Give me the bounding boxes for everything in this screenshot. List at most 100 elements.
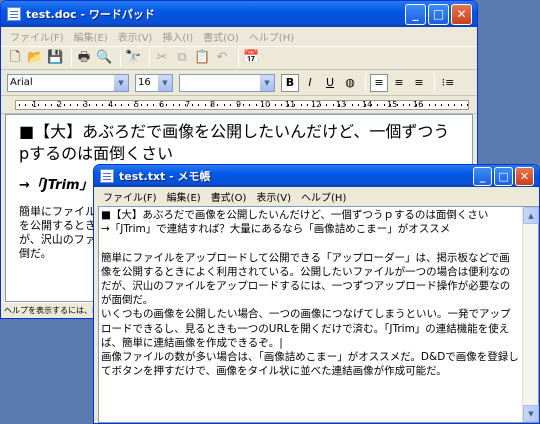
chevron-down-icon[interactable]: ▼ <box>157 74 172 91</box>
ruler-tick <box>236 104 238 106</box>
ruler-tick <box>403 104 404 106</box>
ruler-tick <box>179 104 180 106</box>
wordpad-menubar: ファイル(F) 編集(E) 表示(V) 挿入(I) 書式(O) ヘルプ(H) <box>1 27 477 46</box>
align-right-icon[interactable]: ≡ <box>410 74 428 92</box>
ruler-tick <box>377 104 379 106</box>
ruler-tick <box>127 104 129 106</box>
menu-help[interactable]: ヘルプ(H) <box>244 29 299 44</box>
menu-file[interactable]: ファイル(F) <box>5 29 69 44</box>
ruler-tick <box>364 104 366 106</box>
ruler-tick <box>313 104 315 106</box>
print-icon[interactable]: 🖶 <box>76 50 92 66</box>
find-icon[interactable]: 🔭 <box>125 50 141 66</box>
ruler-tick <box>358 104 360 106</box>
ruler-tick <box>307 104 308 106</box>
minimize-button[interactable]: _ <box>473 166 492 186</box>
ruler-tick <box>351 104 353 106</box>
ruler-tick <box>204 104 206 106</box>
ruler-tick <box>332 104 334 106</box>
notepad-app-icon[interactable] <box>100 169 114 183</box>
open-folder-icon[interactable]: 📂 <box>27 50 43 66</box>
vertical-scrollbar[interactable]: ▲ ▼ <box>522 207 539 422</box>
new-document-icon[interactable]: 🗋 <box>7 50 23 66</box>
chevron-down-icon[interactable]: ▼ <box>113 74 128 91</box>
ruler-tick <box>454 104 456 106</box>
minimize-button[interactable]: _ <box>405 3 426 25</box>
ruler-tick <box>275 104 276 106</box>
document-heading: ■【大】あぶろだで画像を公開したいんだけど、一個ずつうpするのは面倒くさい <box>19 122 450 163</box>
align-left-icon[interactable]: ≡ <box>370 73 388 92</box>
ruler-tick <box>217 104 219 106</box>
notepad-titlebar[interactable]: test.txt - メモ帳 _ □ ✕ <box>94 165 539 187</box>
ruler-tick <box>191 104 193 106</box>
ruler-tick <box>447 104 449 106</box>
ruler-tick <box>57 104 59 106</box>
ruler-tick <box>441 104 443 106</box>
notepad-window: test.txt - メモ帳 _ □ ✕ ファイル(F) 編集(E) 書式(O)… <box>93 164 540 424</box>
font-name-value: Arial <box>10 77 33 88</box>
bullets-icon[interactable]: ⁝≡ <box>439 74 457 92</box>
menu-edit[interactable]: 編集(E) <box>69 29 113 44</box>
ruler-tick <box>185 104 187 106</box>
ruler-tick <box>396 104 398 106</box>
font-size-select[interactable]: 16 ▼ <box>135 73 173 92</box>
menu-format[interactable]: 書式(O) <box>206 189 252 204</box>
chevron-down-icon[interactable]: ▼ <box>259 74 274 91</box>
ruler-tick <box>255 104 257 106</box>
underline-button[interactable]: U <box>321 74 339 92</box>
notepad-text-area[interactable]: ■【大】あぶろだで画像を公開したいんだけど、一個ずつうｐするのは面倒くさい →「… <box>98 206 539 423</box>
ruler-tick <box>262 104 264 106</box>
ruler-tick <box>140 104 142 106</box>
toolbar-separator <box>238 49 239 67</box>
menu-help[interactable]: ヘルプ(H) <box>296 189 351 204</box>
wordpad-titlebar[interactable]: test.doc - ワードパッド _ □ ✕ <box>1 1 477 27</box>
wordpad-app-icon[interactable] <box>7 7 21 21</box>
bold-button[interactable]: B <box>281 73 299 92</box>
ruler-tick <box>371 104 372 106</box>
script-select[interactable]: ▼ <box>179 73 275 92</box>
menu-file[interactable]: ファイル(F) <box>98 189 162 204</box>
ruler-tick <box>89 104 91 106</box>
ruler-tick <box>63 104 65 106</box>
close-button[interactable]: ✕ <box>515 166 534 186</box>
ruler-tick <box>134 104 136 106</box>
notepad-title: test.txt - メモ帳 <box>119 170 211 183</box>
ruler-tick <box>31 104 33 106</box>
ruler-tick <box>249 104 251 106</box>
menu-edit[interactable]: 編集(E) <box>162 189 206 204</box>
menu-format[interactable]: 書式(O) <box>198 29 244 44</box>
notepad-text[interactable]: ■【大】あぶろだで画像を公開したいんだけど、一個ずつうｐするのは面倒くさい →「… <box>101 208 520 378</box>
ruler-tick <box>159 104 161 106</box>
maximize-button[interactable]: □ <box>428 3 449 25</box>
toolbar-separator <box>71 49 72 67</box>
ruler[interactable]: 1 2 3 4 5 6 7 8 9 10 11 12 13 14 15 16 <box>1 96 477 114</box>
cut-icon[interactable]: ✂ <box>154 50 170 66</box>
menu-insert[interactable]: 挿入(I) <box>157 29 198 44</box>
insert-datetime-icon[interactable]: 📅 <box>243 50 259 66</box>
close-button[interactable]: ✕ <box>451 3 472 25</box>
toolbar-separator <box>149 49 150 67</box>
ruler-tick <box>115 104 116 106</box>
menu-view[interactable]: 表示(V) <box>251 189 296 204</box>
ruler-tick <box>268 104 270 106</box>
maximize-button[interactable]: □ <box>494 166 513 186</box>
ruler-tick <box>108 104 110 106</box>
scroll-up-icon[interactable]: ▲ <box>523 207 539 224</box>
ruler-tick <box>121 104 123 106</box>
align-center-icon[interactable]: ≡ <box>390 74 408 92</box>
undo-icon[interactable]: ↶ <box>214 50 230 66</box>
paste-icon[interactable]: 📋 <box>194 50 210 66</box>
scroll-down-icon[interactable]: ▼ <box>523 405 539 422</box>
italic-button[interactable]: I <box>301 74 319 92</box>
print-preview-icon[interactable]: 🔍 <box>96 50 112 66</box>
menu-view[interactable]: 表示(V) <box>113 29 158 44</box>
ruler-tick <box>467 104 468 106</box>
font-color-icon[interactable]: ◍ <box>341 74 359 92</box>
ruler-tick <box>435 104 436 106</box>
font-name-select[interactable]: Arial ▼ <box>7 73 129 92</box>
save-icon[interactable]: 💾 <box>47 50 63 66</box>
copy-icon[interactable]: ⧉ <box>174 50 190 66</box>
ruler-tick <box>428 104 430 106</box>
format-toolbar: Arial ▼ 16 ▼ ▼ B I U ◍ ≡ ≡ ≡ ⁝≡ <box>1 70 477 96</box>
ruler-tick <box>223 104 225 106</box>
